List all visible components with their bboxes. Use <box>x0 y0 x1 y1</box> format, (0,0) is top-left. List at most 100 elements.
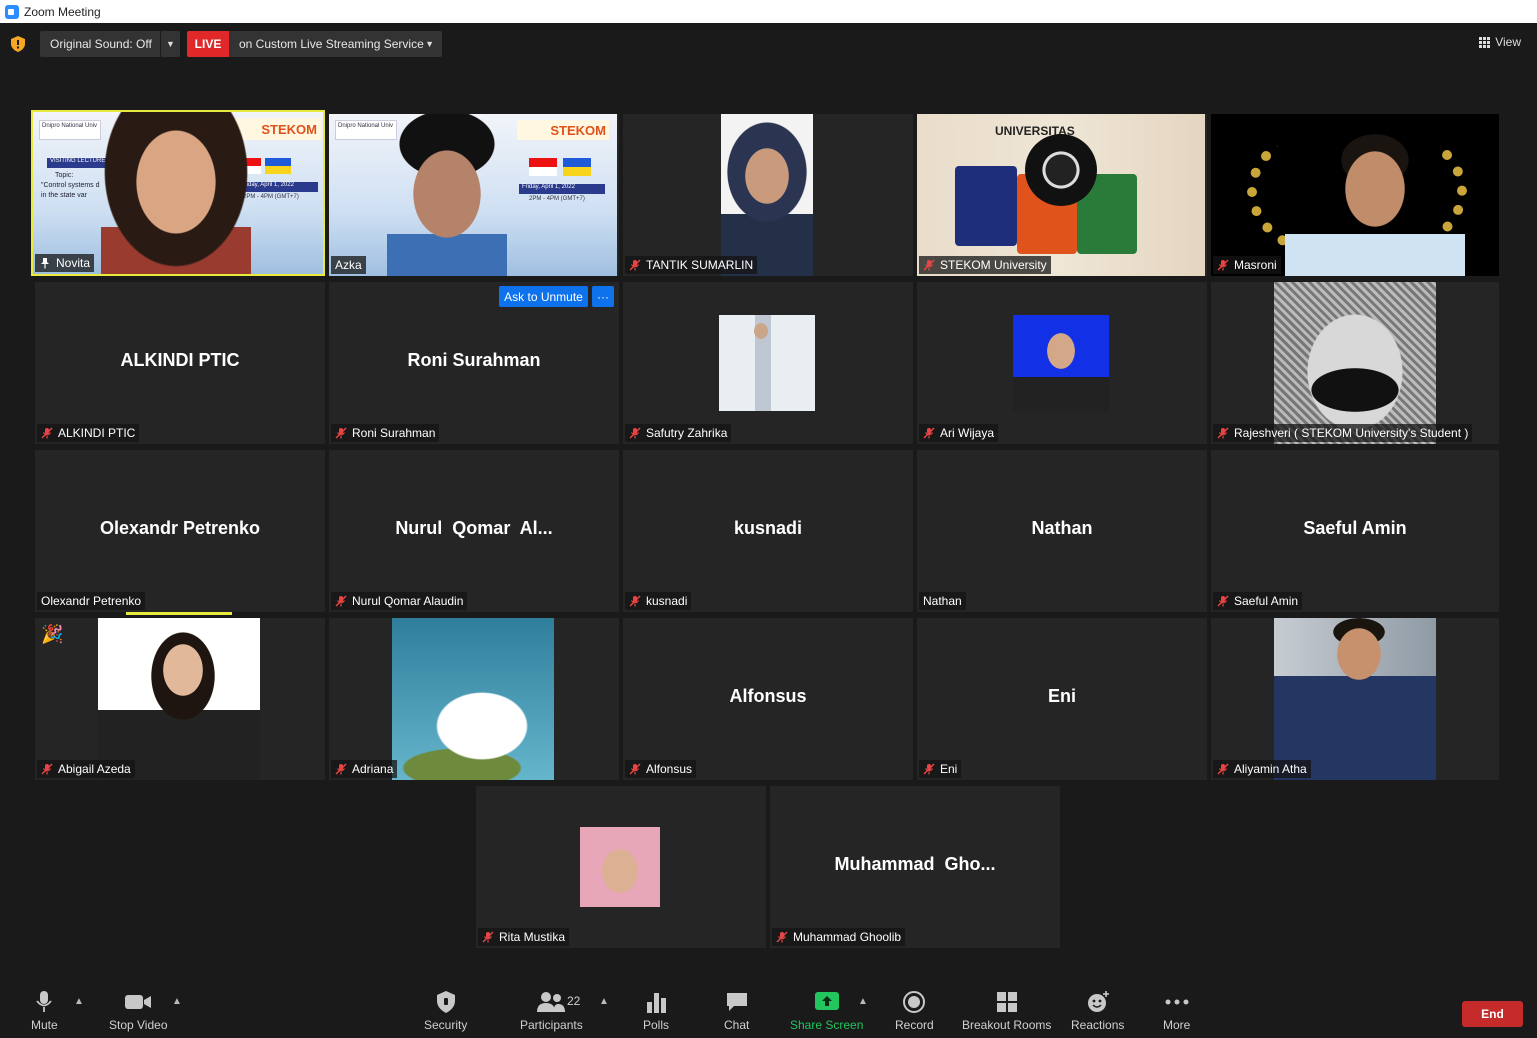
share-screen-label: Share Screen <box>790 1018 864 1032</box>
shield-icon[interactable] <box>11 36 25 52</box>
polls-label: Polls <box>643 1018 670 1032</box>
video-tile-masroni[interactable]: Masroni <box>1211 114 1499 276</box>
video-tile-tantik-sumarlin[interactable]: TANTIK SUMARLIN <box>623 114 913 276</box>
participant-name: Ari Wijaya <box>940 426 995 440</box>
original-sound-label: Original Sound: Off <box>50 37 152 51</box>
view-button[interactable]: View <box>1479 35 1521 49</box>
share-screen-icon <box>814 992 839 1010</box>
participant-name: Alfonsus <box>646 762 693 776</box>
video-tile-safutry-zahrika[interactable]: Safutry Zahrika <box>623 282 913 444</box>
end-meeting-button[interactable]: End <box>1462 1001 1523 1027</box>
share-screen-button[interactable]: Share Screen <box>790 990 863 1032</box>
video-tile-novita[interactable]: Dnipro National Univ STEKOM VISITING LEC… <box>31 110 325 276</box>
chevron-up-icon[interactable]: ▲ <box>172 996 182 1007</box>
reactions-button[interactable]: Reactions <box>1071 990 1124 1032</box>
mic-off-icon <box>629 259 641 271</box>
participant-video-masroni <box>1285 134 1465 276</box>
participant-display-name: Alfonsus <box>729 686 807 706</box>
video-tile-ari-wijaya[interactable]: Ari Wijaya <box>917 282 1207 444</box>
flag-ukraine <box>563 158 591 176</box>
nametag: Masroni <box>1213 256 1281 274</box>
participant-name: Rita Mustika <box>499 930 566 944</box>
meeting-toolbar: Mute ▲ Stop Video ▲ Security Participant… <box>0 982 1537 1038</box>
participant-photo-safutry <box>719 315 815 411</box>
breakout-rooms-button[interactable]: Breakout Rooms <box>962 990 1051 1032</box>
live-badge: LIVE <box>187 31 229 57</box>
nametag: Aliyamin Atha <box>1213 760 1311 778</box>
slide-date: Friday, April 1, 2022 <box>519 184 605 194</box>
video-tile-saeful-amin[interactable]: Saeful Amin Saeful Amin <box>1211 450 1499 612</box>
participant-name: Olexandr Petrenko <box>41 594 142 608</box>
polls-button[interactable]: Polls <box>643 990 669 1032</box>
security-button[interactable]: Security <box>424 990 467 1032</box>
stop-video-button[interactable]: Stop Video <box>109 990 168 1032</box>
chevron-down-icon[interactable]: ▼ <box>160 31 180 57</box>
participant-photo-ari <box>1013 315 1109 411</box>
window-title: Zoom Meeting <box>24 4 101 19</box>
video-tile-alfonsus[interactable]: Alfonsus Alfonsus <box>623 618 913 780</box>
video-tile-abigail-azeda[interactable]: 🎉 Abigail Azeda <box>35 618 325 780</box>
nametag: Abigail Azeda <box>37 760 135 778</box>
nametag: Nathan <box>919 592 966 610</box>
mic-off-icon <box>923 259 935 271</box>
active-speaker-indicator <box>126 612 232 615</box>
video-tile-rajeshveri[interactable]: Rajeshveri ( STEKOM University's Student… <box>1211 282 1499 444</box>
participant-display-name: Muhammad Gho... <box>834 854 996 874</box>
record-button[interactable]: Record <box>895 990 934 1032</box>
participants-icon <box>537 992 566 1012</box>
chevron-up-icon[interactable]: ▲ <box>74 996 84 1007</box>
participant-photo-adriana <box>392 618 554 780</box>
chevron-up-icon[interactable]: ▲ <box>599 996 609 1007</box>
reactions-label: Reactions <box>1071 1018 1125 1032</box>
mic-off-icon <box>629 595 641 607</box>
tile-more-button[interactable]: ··· <box>592 286 614 307</box>
ask-to-unmute-button[interactable]: Ask to Unmute <box>499 286 588 307</box>
video-tile-stekom-university[interactable]: UNIVERSITAS STEKOM University <box>917 114 1207 276</box>
video-tile-rita-mustika[interactable]: Rita Mustika <box>476 786 766 948</box>
more-button[interactable]: More <box>1163 990 1190 1032</box>
flag-indonesia <box>529 158 557 176</box>
slide-topic-line2: in the state var <box>41 192 87 199</box>
flag-left <box>955 166 1017 246</box>
mic-off-icon <box>1217 259 1229 271</box>
video-tile-nathan[interactable]: Nathan Nathan <box>917 450 1207 612</box>
video-tile-olexandr-petrenko[interactable]: Olexandr Petrenko Olexandr Petrenko <box>35 450 325 612</box>
grid-icon <box>1479 36 1491 48</box>
video-tile-kusnadi[interactable]: kusnadi kusnadi <box>623 450 913 612</box>
nametag: Alfonsus <box>625 760 697 778</box>
stop-video-label: Stop Video <box>109 1018 168 1032</box>
breakout-rooms-label: Breakout Rooms <box>962 1018 1052 1032</box>
pin-icon <box>39 257 51 269</box>
party-icon: 🎉 <box>41 624 64 644</box>
participant-name: Masroni <box>1234 258 1277 272</box>
mic-off-icon <box>1217 595 1229 607</box>
slide-topic: Topic: <box>55 172 74 179</box>
record-label: Record <box>895 1018 934 1032</box>
participant-name: Azka <box>335 258 362 272</box>
mic-off-icon <box>335 427 347 439</box>
video-tile-alkindi-ptic[interactable]: ALKINDI PTIC ALKINDI PTIC <box>35 282 325 444</box>
original-sound-button[interactable]: Original Sound: Off ▼ <box>40 31 180 57</box>
more-label: More <box>1163 1018 1191 1032</box>
live-streaming-button[interactable]: LIVE on Custom Live Streaming Service ▼ <box>187 31 442 57</box>
video-tile-eni[interactable]: Eni Eni <box>917 618 1207 780</box>
security-shield-icon <box>436 991 455 1013</box>
video-tile-nurul-qomar-alaudin[interactable]: Nurul Qomar Al... Nurul Qomar Alaudin <box>329 450 619 612</box>
video-tile-muhammad-ghoolib[interactable]: Muhammad Gho... Muhammad Ghoolib <box>770 786 1060 948</box>
video-tile-aliyamin-atha[interactable]: Aliyamin Atha <box>1211 618 1499 780</box>
video-tile-azka[interactable]: Dnipro National Univ STEKOM Friday, Apri… <box>329 114 619 276</box>
mic-off-icon <box>1217 763 1229 775</box>
participant-video-tantik <box>721 114 813 276</box>
participant-video-novita <box>101 112 251 274</box>
breakout-rooms-icon <box>996 992 1017 1012</box>
mute-button[interactable]: Mute <box>31 990 58 1032</box>
video-tile-adriana[interactable]: Adriana <box>329 618 619 780</box>
chevron-up-icon[interactable]: ▲ <box>858 996 868 1007</box>
participant-name: Nathan <box>923 594 962 608</box>
mic-off-icon <box>923 763 935 775</box>
participant-display-name: Olexandr Petrenko <box>99 518 261 538</box>
participant-name: STEKOM University <box>940 258 1047 272</box>
chat-button[interactable]: Chat <box>724 990 749 1032</box>
window-titlebar: Zoom Meeting <box>0 0 1537 23</box>
record-icon <box>903 991 926 1013</box>
